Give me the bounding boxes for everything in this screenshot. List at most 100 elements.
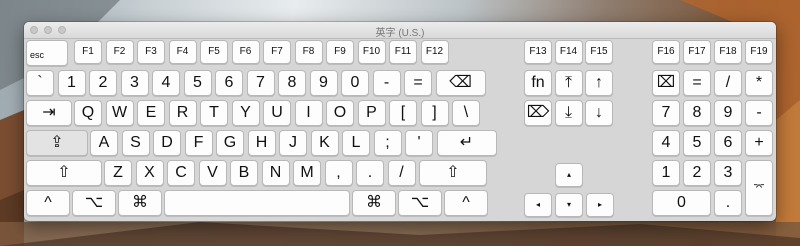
- key-home-10[interactable]: ;: [373, 130, 402, 156]
- key-f6[interactable]: F6: [231, 40, 260, 64]
- numpad-multiply-key[interactable]: *: [745, 70, 773, 96]
- numpad-minus-key[interactable]: -: [745, 100, 773, 126]
- key-shift-row-7[interactable]: M: [293, 160, 321, 186]
- key-f1[interactable]: F1: [74, 40, 102, 64]
- key-home-9[interactable]: L: [342, 130, 370, 156]
- key-number-row-9[interactable]: 9: [309, 70, 338, 96]
- numpad-7[interactable]: 7: [652, 100, 680, 126]
- numpad-1[interactable]: 1: [652, 160, 680, 186]
- key-home-3[interactable]: D: [153, 130, 181, 156]
- key-right-command[interactable]: ⌘: [352, 190, 396, 216]
- key-number-row-1[interactable]: 1: [57, 70, 86, 96]
- numpad-2[interactable]: 2: [683, 160, 711, 186]
- key-space[interactable]: [164, 190, 350, 216]
- key-f8[interactable]: F8: [294, 40, 323, 64]
- key-qwerty-10[interactable]: P: [357, 100, 386, 126]
- key-number-row-10[interactable]: 0: [341, 70, 369, 96]
- key-qwerty-9[interactable]: O: [326, 100, 354, 126]
- numpad-enter-key[interactable]: ⌤: [745, 160, 773, 216]
- key-home-11[interactable]: ': [405, 130, 433, 156]
- key-caps-lock[interactable]: ⇪: [26, 130, 88, 156]
- numpad-decimal-key[interactable]: .: [714, 190, 742, 216]
- key-shift-row-6[interactable]: N: [261, 160, 290, 186]
- numpad-5[interactable]: 5: [683, 130, 711, 156]
- arrow-right-key[interactable]: ▸: [586, 193, 614, 217]
- key-f19[interactable]: F19: [745, 40, 773, 64]
- numpad-8[interactable]: 8: [683, 100, 711, 126]
- key-qwerty-4[interactable]: R: [168, 100, 197, 126]
- key-esc[interactable]: esc: [26, 40, 68, 66]
- key-shift-row-9[interactable]: .: [356, 160, 384, 186]
- numpad-divide-key[interactable]: /: [714, 70, 742, 96]
- key-f3[interactable]: F3: [137, 40, 165, 64]
- key-shift-row-2[interactable]: X: [135, 160, 164, 186]
- key-shift-row-8[interactable]: ,: [324, 160, 353, 186]
- key-tab[interactable]: ⇥: [26, 100, 72, 126]
- key-number-row-0[interactable]: `: [26, 70, 54, 96]
- key-right-option[interactable]: ⌥: [398, 190, 442, 216]
- fn-key[interactable]: fn: [524, 70, 552, 96]
- numpad-6[interactable]: 6: [714, 130, 742, 156]
- key-qwerty-7[interactable]: U: [263, 100, 291, 126]
- key-home-8[interactable]: K: [310, 130, 339, 156]
- key-f16[interactable]: F16: [652, 40, 680, 64]
- key-shift-row-10[interactable]: /: [387, 160, 416, 186]
- key-f13[interactable]: F13: [524, 40, 552, 64]
- key-return[interactable]: ↵: [436, 130, 497, 156]
- key-qwerty-6[interactable]: Y: [231, 100, 260, 126]
- key-qwerty-3[interactable]: E: [137, 100, 165, 126]
- arrow-down-key[interactable]: ▾: [555, 193, 583, 217]
- title-bar[interactable]: 英字 (U.S.): [24, 22, 776, 39]
- numpad-9[interactable]: 9: [714, 100, 742, 126]
- numpad-4[interactable]: 4: [652, 130, 680, 156]
- key-home-2[interactable]: S: [121, 130, 150, 156]
- numpad-equals-key[interactable]: =: [683, 70, 711, 96]
- key-home-6[interactable]: H: [247, 130, 276, 156]
- key-qwerty-13[interactable]: \: [452, 100, 480, 126]
- key-qwerty-11[interactable]: [: [389, 100, 417, 126]
- key-home-5[interactable]: G: [216, 130, 244, 156]
- key-number-row-3[interactable]: 3: [120, 70, 149, 96]
- key-qwerty-2[interactable]: W: [105, 100, 134, 126]
- end-key[interactable]: ⤓: [554, 100, 583, 126]
- numpad-3[interactable]: 3: [714, 160, 742, 186]
- key-shift-row-4[interactable]: V: [198, 160, 227, 186]
- arrow-up-key[interactable]: ▴: [555, 163, 583, 187]
- home-key[interactable]: ⤒: [554, 70, 583, 96]
- key-f12[interactable]: F12: [420, 40, 449, 64]
- key-f10[interactable]: F10: [357, 40, 386, 64]
- key-number-row-2[interactable]: 2: [89, 70, 117, 96]
- key-f11[interactable]: F11: [389, 40, 417, 64]
- key-f9[interactable]: F9: [326, 40, 354, 64]
- page-up-key[interactable]: ↑: [585, 70, 613, 96]
- arrow-left-key[interactable]: ◂: [524, 193, 552, 217]
- numpad-0[interactable]: 0: [652, 190, 711, 216]
- key-f7[interactable]: F7: [263, 40, 291, 64]
- key-right-control[interactable]: ^: [444, 190, 488, 216]
- page-down-key[interactable]: ↓: [585, 100, 613, 126]
- key-left-control[interactable]: ^: [26, 190, 70, 216]
- key-number-row-11[interactable]: -: [372, 70, 401, 96]
- key-number-row-7[interactable]: 7: [246, 70, 275, 96]
- numpad-clear-key[interactable]: ⌧: [652, 70, 680, 96]
- key-f5[interactable]: F5: [200, 40, 228, 64]
- key-f2[interactable]: F2: [105, 40, 134, 64]
- key-f14[interactable]: F14: [554, 40, 583, 64]
- key-f17[interactable]: F17: [683, 40, 711, 64]
- key-number-row-12[interactable]: =: [404, 70, 432, 96]
- key-left-command[interactable]: ⌘: [118, 190, 162, 216]
- key-f4[interactable]: F4: [168, 40, 197, 64]
- key-left-shift[interactable]: ⇧: [26, 160, 102, 186]
- key-number-row-4[interactable]: 4: [152, 70, 180, 96]
- key-qwerty-12[interactable]: ]: [420, 100, 449, 126]
- key-home-7[interactable]: J: [279, 130, 307, 156]
- forward-delete-key[interactable]: ⌦: [524, 100, 552, 126]
- key-right-shift[interactable]: ⇧: [419, 160, 487, 186]
- key-number-row-5[interactable]: 5: [183, 70, 212, 96]
- key-home-1[interactable]: A: [90, 130, 118, 156]
- key-shift-row-3[interactable]: C: [167, 160, 195, 186]
- numpad-plus-key[interactable]: +: [745, 130, 773, 156]
- key-delete[interactable]: ⌫: [435, 70, 486, 96]
- key-qwerty-5[interactable]: T: [200, 100, 228, 126]
- key-left-option[interactable]: ⌥: [72, 190, 116, 216]
